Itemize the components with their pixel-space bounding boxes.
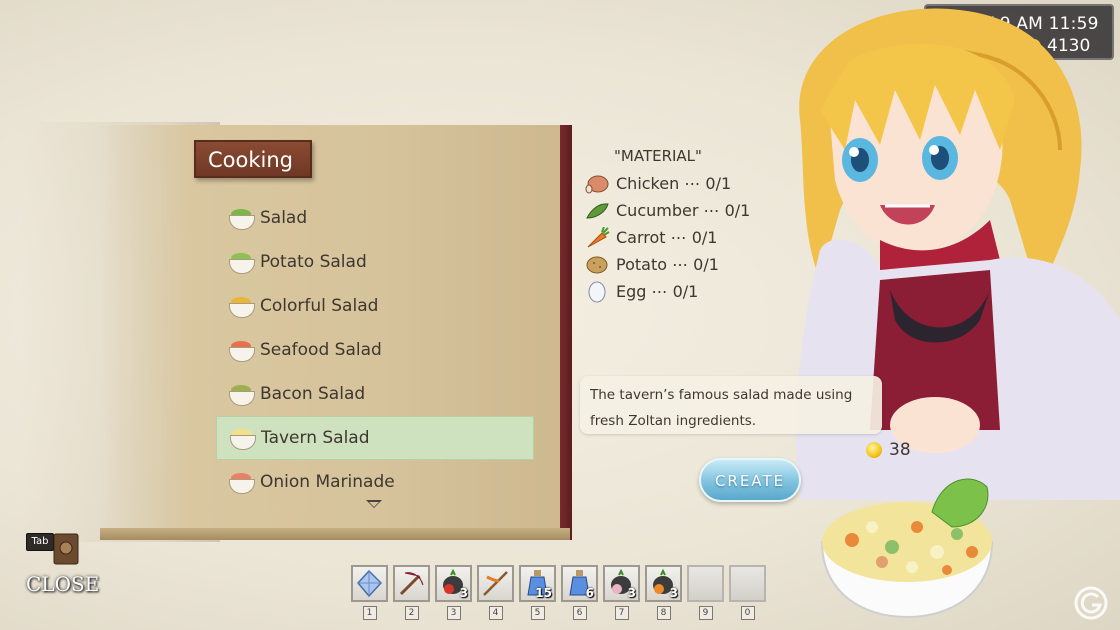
close-button[interactable]: Tab CLOSE (26, 528, 106, 598)
recipe-label: Colorful Salad (260, 296, 379, 316)
material-item: Carrot ⋯ 0/1 (584, 224, 750, 251)
hotbar-slot-1: 1 (351, 565, 388, 620)
material-label: Cucumber ⋯ 0/1 (616, 201, 751, 220)
onion-marinade-icon (228, 471, 255, 494)
hotbar-slot-7: 3 7 (603, 565, 640, 620)
hotbar-slot-4: 4 (477, 565, 514, 620)
slot-number: 6 (572, 606, 587, 620)
pickaxe-icon (399, 572, 424, 596)
slot-number: 9 (698, 606, 713, 620)
site-watermark-logo (1074, 586, 1108, 620)
tavern-salad-bowl-image (820, 478, 994, 619)
slot-number: 8 (656, 606, 671, 620)
close-label: CLOSE (26, 572, 100, 596)
recipe-item[interactable]: Bacon Salad (216, 372, 534, 416)
hotbar-slot-2: 2 (393, 565, 430, 620)
slot-number: 7 (614, 606, 629, 620)
potato-salad-icon (228, 251, 255, 274)
material-item: Cucumber ⋯ 0/1 (584, 197, 750, 224)
material-item: Egg ⋯ 0/1 (584, 278, 750, 305)
seafood-salad-icon (228, 339, 255, 362)
material-label: Chicken ⋯ 0/1 (616, 174, 732, 193)
create-button[interactable]: CREATE (699, 458, 801, 502)
hotbar-slot-9: 9 (687, 565, 724, 620)
item-count: 15 (535, 586, 552, 600)
hotbar-slot[interactable]: 3 (645, 565, 682, 602)
hotbar-slot[interactable]: 15 (519, 565, 556, 602)
material-heading: "MATERIAL" (614, 147, 702, 165)
material-item: Potato ⋯ 0/1 (584, 251, 750, 278)
recipe-label: Seafood Salad (260, 340, 382, 360)
hotbar-slot[interactable]: 3 (603, 565, 640, 602)
item-count: 3 (627, 586, 636, 600)
material-label: Egg ⋯ 0/1 (616, 282, 699, 301)
gold-coin-icon (866, 442, 882, 458)
description-line: fresh Zoltan ingredients. (590, 413, 757, 429)
hotbar-slot-8: 3 8 (645, 565, 682, 620)
recipe-description: The tavern’s famous salad made using fre… (580, 376, 882, 434)
potato-icon (586, 256, 608, 273)
hotbar-slot-3: 3 3 (435, 565, 472, 620)
hotbar-slot[interactable] (351, 565, 388, 602)
recipe-label: Onion Marinade (260, 472, 395, 492)
carrot-icon (587, 226, 610, 247)
book-cover-edge (560, 125, 572, 540)
item-count: 3 (459, 586, 468, 600)
hotbar-slot-0: 0 (729, 565, 766, 620)
slot-number: 2 (404, 606, 419, 620)
hotbar: 1 2 3 3 4 15 5 6 6 3 7 3 8 9 0 (351, 565, 766, 620)
hotbar-slot-5: 15 5 (519, 565, 556, 620)
hotbar-slot[interactable]: 3 (435, 565, 472, 602)
cucumber-icon (586, 202, 609, 219)
recipe-item[interactable]: Onion Marinade (216, 460, 534, 504)
hotbar-slot[interactable]: 6 (561, 565, 598, 602)
recipe-label: Bacon Salad (260, 384, 366, 404)
material-list: Chicken ⋯ 0/1 Cucumber ⋯ 0/1 Carrot ⋯ 0/… (584, 170, 750, 305)
recipe-item[interactable]: Salad (216, 196, 534, 240)
item-count: 6 (585, 586, 594, 600)
hotbar-slot[interactable] (393, 565, 430, 602)
description-line: The tavern’s famous salad made using (590, 387, 853, 403)
tab-key-icon: Tab (26, 533, 54, 551)
recipe-list: Salad Potato Salad Colorful Salad Seafoo… (216, 196, 534, 504)
recipe-item[interactable]: Seafood Salad (216, 328, 534, 372)
slot-number: 4 (488, 606, 503, 620)
book-icon (53, 533, 79, 565)
hotbar-slot-empty[interactable] (687, 565, 724, 602)
recipe-label: Salad (260, 208, 308, 228)
crystal-icon (357, 569, 383, 598)
slot-number: 0 (740, 606, 755, 620)
recipe-item[interactable]: Colorful Salad (216, 284, 534, 328)
recipe-item[interactable]: Potato Salad (216, 240, 534, 284)
material-label: Carrot ⋯ 0/1 (616, 228, 718, 247)
bacon-salad-icon (228, 383, 255, 406)
hotbar-slot[interactable] (477, 565, 514, 602)
slot-number: 3 (446, 606, 461, 620)
item-count: 3 (669, 586, 678, 600)
fishing-rod-icon (483, 571, 508, 596)
chicken-icon (585, 175, 609, 193)
egg-icon (588, 281, 606, 302)
material-label: Potato ⋯ 0/1 (616, 255, 719, 274)
recipe-label: Potato Salad (260, 252, 367, 272)
hotbar-slot-6: 6 6 (561, 565, 598, 620)
recipe-item-selected[interactable]: Tavern Salad (216, 416, 534, 460)
recipe-price: 38 (889, 440, 911, 460)
colorful-salad-icon (228, 295, 255, 318)
tavern-salad-icon (229, 427, 256, 450)
material-item: Chicken ⋯ 0/1 (584, 170, 750, 197)
slot-number: 1 (362, 606, 377, 620)
recipe-label: Tavern Salad (261, 428, 370, 448)
book-title: Cooking (194, 140, 312, 178)
slot-number: 5 (530, 606, 545, 620)
scroll-down-arrow-icon[interactable] (366, 500, 382, 508)
book-page-edge (100, 528, 570, 540)
hotbar-slot-empty[interactable] (729, 565, 766, 602)
salad-icon (228, 207, 255, 230)
